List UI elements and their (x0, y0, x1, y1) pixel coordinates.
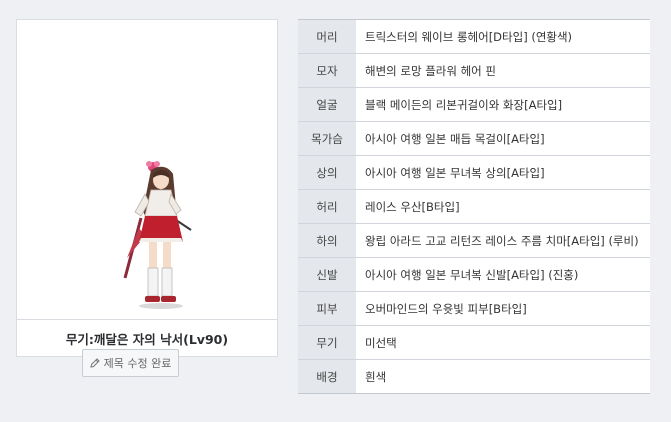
item-name: 레이스 우산[B타입] (356, 190, 650, 223)
item-name: 왕립 아라드 고교 리턴즈 레이스 주름 치마[A타입] (루비) (356, 224, 650, 257)
equipment-row: 머리 트릭스터의 웨이브 롱헤어[D타입] (연황색) (298, 20, 650, 54)
slot-label: 허리 (298, 190, 356, 223)
item-name: 해변의 로망 플라워 헤어 핀 (356, 54, 650, 87)
edit-title-button[interactable]: 제목 수정 완료 (82, 349, 179, 377)
equipment-row: 무기 미선택 (298, 326, 650, 360)
slot-label: 상의 (298, 156, 356, 189)
equipment-row: 피부 오버마인드의 우윳빛 피부[B타입] (298, 292, 650, 326)
slot-label: 머리 (298, 20, 356, 53)
equipment-row: 상의 아시아 여행 일본 무녀복 상의[A타입] (298, 156, 650, 190)
equipment-row: 얼굴 블랙 메이든의 리본귀걸이와 화장[A타입] (298, 88, 650, 122)
slot-label: 피부 (298, 292, 356, 325)
equipment-table: 머리 트릭스터의 웨이브 롱헤어[D타입] (연황색) 모자 해변의 로망 플라… (298, 19, 650, 394)
equipment-row: 하의 왕립 아라드 고교 리턴즈 레이스 주름 치마[A타입] (루비) (298, 224, 650, 258)
item-name: 블랙 메이든의 리본귀걸이와 화장[A타입] (356, 88, 650, 121)
character-sprite (123, 161, 192, 309)
slot-label: 신발 (298, 258, 356, 291)
slot-label: 얼굴 (298, 88, 356, 121)
item-name: 아시아 여행 일본 매듭 목걸이[A타입] (356, 122, 650, 155)
item-name: 미선택 (356, 326, 650, 359)
slot-label: 배경 (298, 360, 356, 393)
avatar-panel: 무기:깨달은 자의 낙서(Lv90) (16, 19, 278, 357)
slot-label: 하의 (298, 224, 356, 257)
item-name: 아시아 여행 일본 무녀복 상의[A타입] (356, 156, 650, 189)
item-name: 아시아 여행 일본 무녀복 신발[A타입] (진홍) (356, 258, 650, 291)
slot-label: 목가슴 (298, 122, 356, 155)
equipment-row: 목가슴 아시아 여행 일본 매듭 목걸이[A타입] (298, 122, 650, 156)
avatar-preview (16, 19, 278, 320)
item-name: 흰색 (356, 360, 650, 393)
equipment-row: 허리 레이스 우산[B타입] (298, 190, 650, 224)
slot-label: 모자 (298, 54, 356, 87)
slot-label: 무기 (298, 326, 356, 359)
equipment-row: 모자 해변의 로망 플라워 헤어 핀 (298, 54, 650, 88)
equipment-row: 신발 아시아 여행 일본 무녀복 신발[A타입] (진홍) (298, 258, 650, 292)
edit-title-button-label: 제목 수정 완료 (103, 357, 172, 370)
item-name: 트릭스터의 웨이브 롱헤어[D타입] (연황색) (356, 20, 650, 53)
item-name: 오버마인드의 우윳빛 피부[B타입] (356, 292, 650, 325)
pencil-icon (90, 358, 100, 368)
equipment-row: 배경 흰색 (298, 360, 650, 394)
